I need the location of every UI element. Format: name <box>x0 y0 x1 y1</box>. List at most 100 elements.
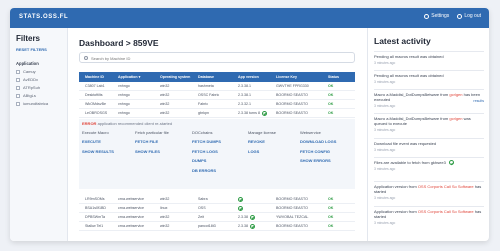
activity-text-main: Files are available to fetch from gkhsee… <box>374 160 446 165</box>
cell-app-version: 2.3.38.1 <box>234 84 272 88</box>
show-errors-link[interactable]: SHOW ERRORS <box>300 158 336 163</box>
cell-app-version <box>234 196 272 202</box>
fetch-config-link[interactable]: FETCH CONFIG <box>300 149 336 154</box>
activity-time: 3 minutes ago <box>374 60 396 65</box>
cell-os: win32 <box>160 84 170 88</box>
table-row[interactable]: Stalkw Tel1 crna.webservice win32 pancot… <box>79 222 355 231</box>
activity-item: Macro a.Maddisl_DotDumpsBetware from gcr… <box>374 89 484 108</box>
action-col-title: DOCchains <box>192 130 213 135</box>
table-row[interactable]: LeOBROSGS vnhngo win32 gbrkpn 2.3.38 tur… <box>79 109 355 118</box>
cell-license: BOORMO SEASTO <box>276 93 308 97</box>
activity-panel: Latest activity Pending all macros resul… <box>367 28 489 241</box>
status-badge: OK <box>328 215 334 219</box>
search-icon <box>84 55 88 60</box>
logout-link[interactable]: Log out <box>457 13 481 19</box>
dumps-link[interactable]: DUMPS <box>192 158 221 163</box>
col-header[interactable]: App version <box>234 75 272 79</box>
cell-application: vnhngo <box>118 84 130 88</box>
cell-database: gbrkpn <box>198 111 209 115</box>
table-row[interactable]: BSA1s0f1BD crna.webservice linux OSS BOO… <box>79 204 355 213</box>
col-header[interactable]: Machine ID <box>79 75 114 79</box>
filters-title: Filters <box>16 34 41 43</box>
show-files-link[interactable]: SHOW FILES <box>135 149 169 154</box>
cell-application: crna.webservice <box>118 224 144 228</box>
fetch-logs-link[interactable]: FETCH LOGS <box>192 149 221 154</box>
activity-highlight: OSS Corports Call So Software <box>417 209 474 214</box>
search-input[interactable] <box>91 54 351 62</box>
status-badge: OK <box>328 84 334 88</box>
col-header[interactable]: Database <box>194 75 234 79</box>
cell-license: BOORMO SEASTO <box>276 224 308 228</box>
activity-text: Macro a.Maddisl_DotDumpsBetware from gcr… <box>374 116 484 126</box>
activity-item: Pending all macros result was obtained 3… <box>374 70 484 84</box>
activity-text: Files are available to fetch from gkhsee… <box>374 160 484 166</box>
checkbox[interactable] <box>16 93 20 98</box>
cell-app-version: 2.3.38 <box>234 223 272 229</box>
activity-text: Macro a.Maddisl_DotDumpsBetware from gcr… <box>374 92 484 102</box>
action-col-webservice: Webservice DOWNLOAD LOGS FETCH CONFIG SH… <box>300 130 336 163</box>
filter-item[interactable]: Camuy <box>16 69 61 74</box>
cell-machine-id: BSA1s0f1BD <box>85 206 106 210</box>
table-row[interactable]: C3807 Lab1 vnhngo win32 hashmeta 2.3.38.… <box>79 82 355 91</box>
cell-application: vnhngo <box>118 93 130 97</box>
col-header[interactable]: License Key <box>272 75 324 79</box>
reset-filters-link[interactable]: RESET FILTERS <box>16 47 61 52</box>
results-link[interactable]: results <box>473 99 484 103</box>
col-header[interactable]: Operating system <box>156 75 194 79</box>
table-row[interactable]: Desktoftilts vnhngo win32 OSSC Fabric 2.… <box>79 91 355 100</box>
activity-time: 3 minutes ago <box>374 220 396 225</box>
activity-item: Files are available to fetch from gkhsee… <box>374 157 484 171</box>
cell-license: BOORMO SEASTO <box>276 197 308 201</box>
cell-license: BOORMO SEASTO <box>276 111 308 115</box>
filter-item[interactable]: iumundfabrica <box>16 101 61 106</box>
fetch-file-link[interactable]: FETCH FILE <box>135 139 169 144</box>
check-icon <box>238 205 243 211</box>
activity-item: Pending all macros result was obtained 3… <box>374 51 484 65</box>
cell-os: win32 <box>160 197 170 201</box>
version-text: 2.3.38.1 <box>238 93 251 97</box>
cell-app-version: 2.3.32.1 <box>234 102 272 106</box>
filter-item[interactable]: AvEDDx <box>16 77 61 82</box>
filter-item-label: AvEDDx <box>23 77 39 82</box>
table-row[interactable]: DPBSWmTa crna.webservice win32 Zeit 2.3.… <box>79 213 355 222</box>
activity-time: 3 minutes ago <box>374 127 396 132</box>
check-icon <box>448 160 454 166</box>
activity-highlight: gcrlgen <box>449 116 463 121</box>
cell-os: win32 <box>160 102 170 106</box>
filter-item-label: ATRpSuh <box>23 85 41 90</box>
logs-link[interactable]: LOGS <box>248 149 276 154</box>
checkbox[interactable] <box>16 69 20 74</box>
db-errors-link[interactable]: DB ERRORS <box>192 168 221 173</box>
col-header[interactable]: Status <box>324 75 355 79</box>
version-text: 2.3.38 turns 8 <box>238 111 260 115</box>
error-message: ERROR application recommended client re-… <box>82 121 172 126</box>
activity-text: Application version from OSS Corports Ca… <box>374 209 484 219</box>
cell-machine-id: WkOMdsvBe <box>85 102 106 106</box>
show-results-link[interactable]: SHOW RESULTS <box>82 149 114 154</box>
filter-item[interactable]: ATRpSuh <box>16 85 61 90</box>
cell-machine-id: LR9mSOMs <box>85 197 105 201</box>
revoke-link[interactable]: REVOKE <box>248 139 276 144</box>
status-badge: OK <box>328 93 334 97</box>
execute-link[interactable]: EXECUTE <box>82 139 114 144</box>
col-header[interactable]: Application ▾ <box>114 75 156 79</box>
top-actions: Settings Log out <box>424 13 481 19</box>
brand-logo[interactable]: STATS.OSS.FL <box>19 14 68 20</box>
filter-item-label: iumundfabrica <box>23 101 49 106</box>
logout-label: Log out <box>464 13 481 19</box>
filter-item[interactable]: ABtgLs <box>16 93 61 98</box>
checkbox[interactable] <box>16 101 20 106</box>
cell-app-version: 2.3.38 <box>234 214 272 220</box>
checkbox[interactable] <box>16 85 20 90</box>
table-row[interactable]: WkOMdsvBe vnhngo win32 Fabric 2.3.32.1 B… <box>79 100 355 109</box>
activity-item: Download file event was requested 3 minu… <box>374 138 484 152</box>
search-box[interactable] <box>79 52 355 63</box>
action-col-title: Webservice <box>300 130 321 135</box>
cell-database: pancot18t3 <box>198 224 216 228</box>
download-logs-link[interactable]: DOWNLOAD LOGS <box>300 139 336 144</box>
table-row[interactable]: LR9mSOMs crna.webservice win32 Sabra BOO… <box>79 195 355 204</box>
fetch-dumps-link[interactable]: FETCH DUMPS <box>192 139 221 144</box>
cell-application: vnhngo <box>118 102 130 106</box>
checkbox[interactable] <box>16 77 20 82</box>
settings-link[interactable]: Settings <box>424 13 449 19</box>
